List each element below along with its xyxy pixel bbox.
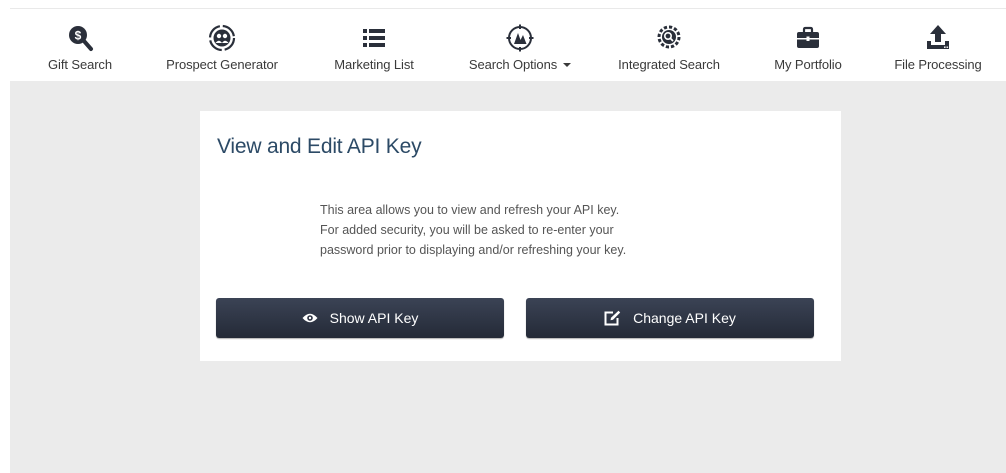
eye-icon	[302, 313, 318, 323]
dollar-search-icon: $	[69, 26, 93, 51]
nav-gift-search-label: Gift Search	[48, 57, 112, 72]
chevron-down-icon	[563, 62, 572, 67]
card-description: This area allows you to view and refresh…	[320, 200, 740, 260]
nav-my-portfolio-label: My Portfolio	[774, 57, 842, 72]
compass-icon	[506, 24, 534, 52]
show-api-key-button[interactable]: Show API Key	[216, 298, 504, 338]
description-line: This area allows you to view and refresh…	[320, 203, 620, 217]
nav-marketing-list[interactable]: Marketing List	[324, 9, 424, 81]
nav-search-options-label: Search Options	[469, 57, 572, 72]
edit-icon	[604, 310, 621, 326]
nav-prospect-generator[interactable]: Prospect Generator	[155, 9, 289, 81]
main-navbar: $ Gift Search Prospect Generator Marketi…	[10, 9, 1006, 81]
description-line: password prior to displaying and/or refr…	[320, 243, 627, 257]
show-api-key-label: Show API Key	[329, 310, 419, 326]
nav-gift-search[interactable]: $ Gift Search	[43, 9, 117, 81]
nav-search-options[interactable]: Search Options	[458, 9, 582, 81]
upload-icon	[927, 25, 949, 49]
nav-integrated-search[interactable]: Integrated Search	[608, 9, 730, 81]
gear-search-icon	[657, 25, 681, 49]
list-icon	[363, 29, 385, 47]
nav-file-processing[interactable]: File Processing	[883, 9, 993, 81]
nav-file-processing-label: File Processing	[894, 57, 982, 72]
nav-integrated-search-label: Integrated Search	[618, 57, 720, 72]
nav-marketing-list-label: Marketing List	[334, 57, 414, 72]
briefcase-icon	[797, 26, 819, 48]
svg-text:$: $	[75, 29, 82, 43]
main-content: View and Edit API Key This area allows y…	[10, 81, 1006, 473]
nav-prospect-generator-label: Prospect Generator	[166, 57, 278, 72]
change-api-key-label: Change API Key	[633, 310, 736, 326]
api-key-card: View and Edit API Key This area allows y…	[200, 111, 841, 361]
description-line: For added security, you will be asked to…	[320, 223, 614, 237]
card-title: View and Edit API Key	[217, 135, 422, 158]
people-group-icon	[208, 24, 236, 52]
change-api-key-button[interactable]: Change API Key	[526, 298, 814, 338]
nav-my-portfolio[interactable]: My Portfolio	[763, 9, 853, 81]
